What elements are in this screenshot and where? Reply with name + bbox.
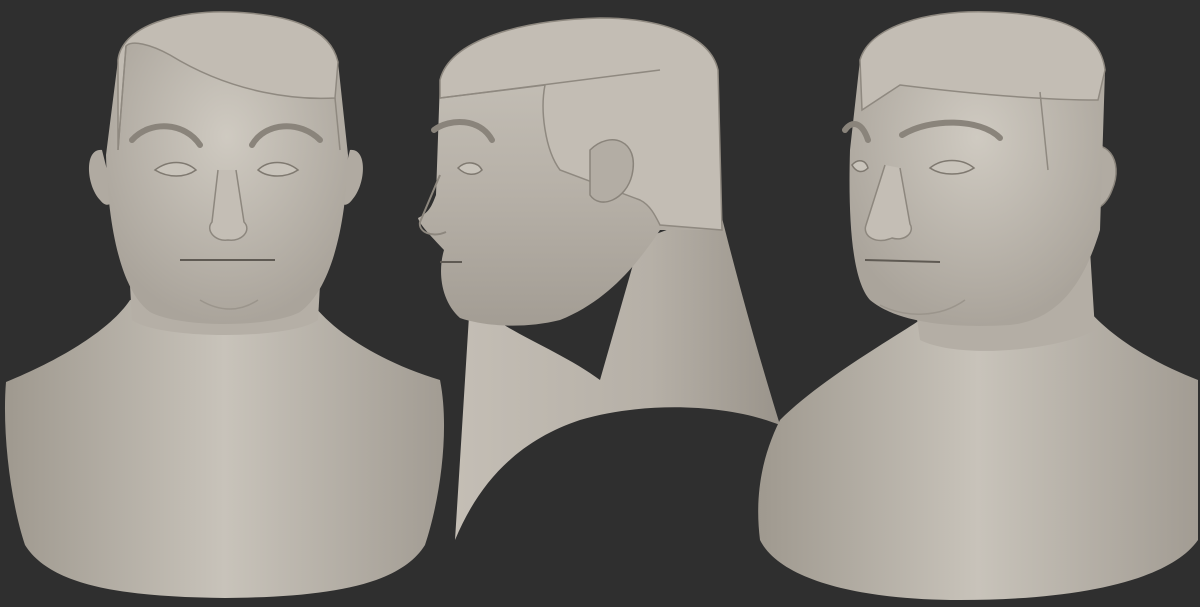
sculpt-viewport	[0, 0, 1200, 607]
front-chest	[4, 300, 445, 598]
bust-render	[4, 11, 1198, 600]
bust-side-view	[418, 17, 780, 540]
bust-front-view	[4, 11, 445, 598]
bust-three-quarter-view	[758, 11, 1198, 600]
